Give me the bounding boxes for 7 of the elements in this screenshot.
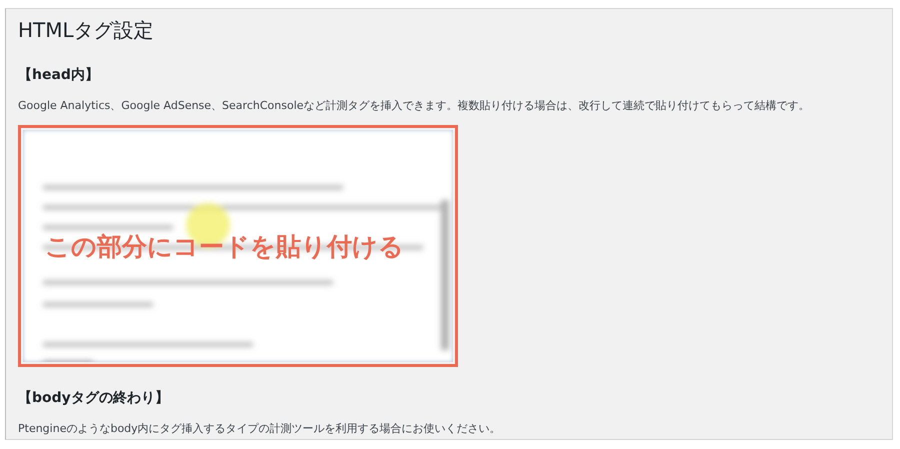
section-description: Google Analytics、Google AdSense、SearchConsoleなど計測タグを挿入できます。複数貼り付ける場合は、改行して連続で貼り付けてもらって結構です。 bbox=[18, 98, 810, 113]
section-description: Ptengineのようなbody内にタグ挿入するタイプの計測ツールを利用する場合にお使いください。 bbox=[18, 421, 501, 436]
code-field[interactable]: この部分にコードを貼り付ける bbox=[23, 130, 453, 362]
annotation-label: この部分にコードを貼り付ける bbox=[45, 231, 404, 263]
section-heading: 【bodyタグの終わり】 bbox=[18, 389, 169, 407]
section-heading: 【head内】 bbox=[18, 66, 99, 84]
page-title: HTMLタグ設定 bbox=[18, 17, 154, 44]
